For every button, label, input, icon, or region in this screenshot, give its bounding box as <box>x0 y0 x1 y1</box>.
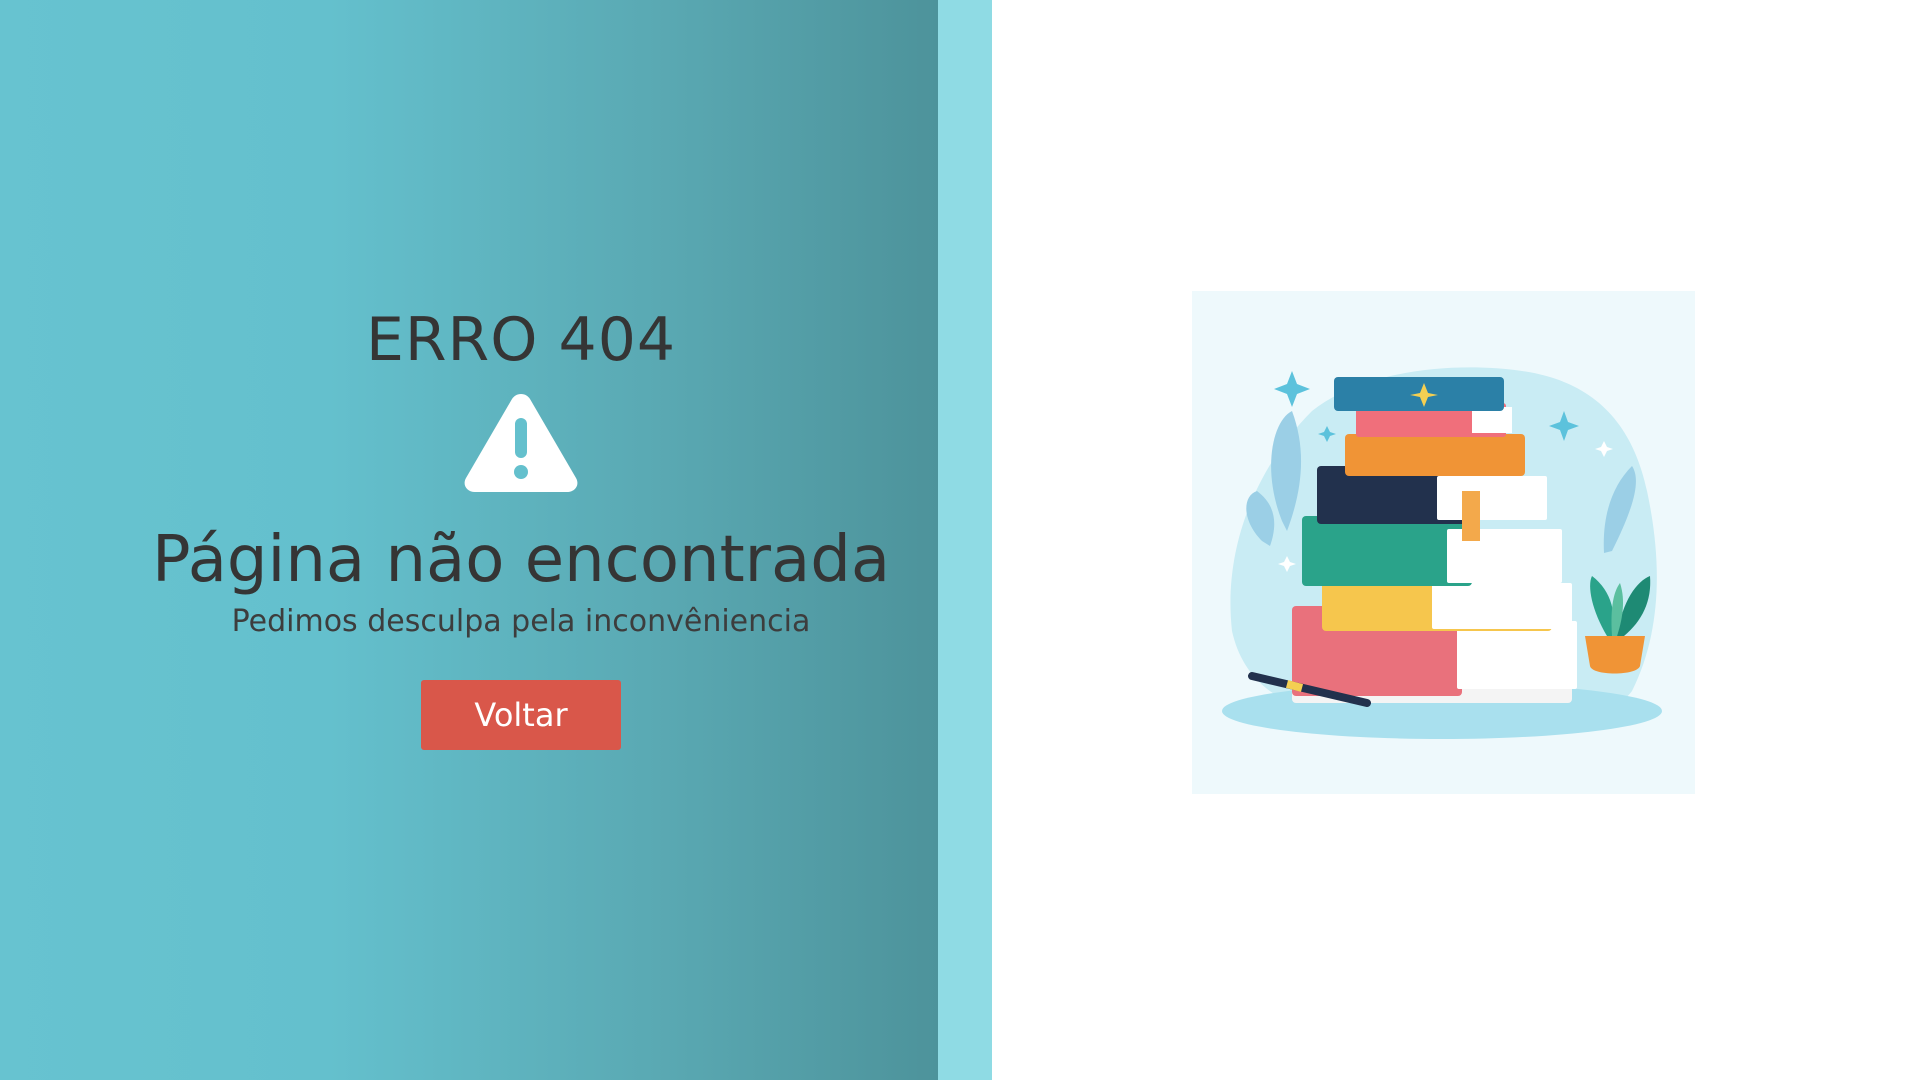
back-button[interactable]: Voltar <box>421 680 621 750</box>
books-illustration <box>1192 291 1695 794</box>
error-code-heading: ERRO 404 <box>365 305 677 375</box>
error-page: ERRO 404 Página não encontrada Pedimos d… <box>0 0 1920 1080</box>
error-content: ERRO 404 Página não encontrada Pedimos d… <box>0 300 1042 750</box>
page-title: Página não encontrada <box>151 523 891 597</box>
warning-triangle-icon <box>464 394 578 492</box>
apology-message: Pedimos desculpa pela inconvêniencia <box>231 604 811 639</box>
